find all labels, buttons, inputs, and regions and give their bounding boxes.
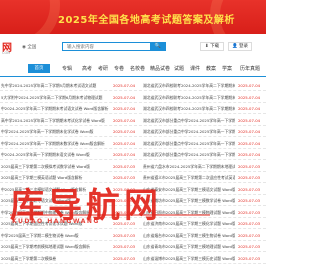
document-date: 2025-07-03	[113, 232, 136, 238]
nav-item[interactable]: 高考	[82, 65, 92, 72]
watermark-subtitle: KUDAO HANGWANG	[12, 218, 100, 225]
nav-item[interactable]: 名校卷	[130, 65, 145, 72]
document-link[interactable]: 中2024-2025学年高一下学期期末语文试卷 Word版	[1, 152, 111, 158]
search-icon: 🔍	[154, 43, 162, 49]
nav-item[interactable]: 专辑	[62, 65, 72, 72]
document-date: 2025-07-03	[238, 186, 261, 192]
document-date: 2025-07-04	[113, 117, 136, 123]
document-link[interactable]: 中学2024-2025学年高一下学期期末化学试卷 Word版	[1, 129, 111, 135]
document-date: 2025-07-04	[238, 152, 261, 157]
download-label: 下载	[210, 44, 220, 49]
list-row: 中2024-2025学年高一下学期期末语文试卷 Word版 2025-07-04 湖…	[0, 149, 266, 160]
document-date: 2025-07-03	[238, 175, 261, 180]
document-date: 2025-07-03	[238, 198, 261, 203]
document-date: 2025-07-03	[238, 244, 261, 249]
document-date: 2025-07-04	[113, 129, 136, 134]
nav-item[interactable]: 专卷	[114, 65, 124, 72]
document-date: 2025-07-04	[238, 129, 261, 134]
nav-item[interactable]: 课件	[190, 65, 200, 72]
document-date: 2025-07-03	[238, 221, 261, 226]
banner-decoration	[0, 0, 60, 34]
list-row: 2025届高三下学期考前模拟地理试题 Word版含解析 2025-07-03 山东省…	[0, 241, 266, 252]
login-label: 登录	[239, 44, 249, 49]
nav-item[interactable]: 精品试卷	[150, 65, 170, 72]
document-link[interactable]: 中学2024-2025学年高一下学期期末数学试卷 Word版含解析	[1, 141, 111, 147]
document-date: 2025-07-04	[113, 94, 136, 100]
region-label: 全国	[27, 45, 37, 50]
document-link[interactable]: 5大学附中2024-2025学年高二下学期6月期末考试物理试题	[1, 95, 111, 101]
list-row: 先中学2024-2025学年高二下学期5月期末考试语文试题 2025-07-04 湖…	[0, 80, 266, 91]
watermark-logo: 库导航网 KUDAO HANGWANG	[10, 178, 210, 226]
list-row: 中学2024-2025学年高一下学期期末化学试卷 Word版 2025-07-04…	[0, 126, 266, 137]
document-link[interactable]: 山东省淄博市2025届高三下学期三模历史试题 Word版含解析	[143, 256, 235, 262]
document-date: 2025-07-03	[113, 244, 136, 249]
document-date: 2025-07-03	[113, 163, 136, 169]
download-button[interactable]: ⬇ 下载	[200, 42, 224, 51]
document-date: 2025-07-04	[113, 106, 136, 111]
location-icon: ◉	[22, 45, 26, 50]
logo-subtitle: COM	[2, 51, 11, 55]
document-link[interactable]: 湖北省武汉市四校联考2024-2025学年高二下学期期末数学试卷 Word版含解…	[143, 95, 235, 101]
login-button[interactable]: 👤 登录	[228, 42, 252, 51]
download-icon: ⬇	[204, 44, 209, 49]
document-date: 2025-07-04	[238, 83, 261, 88]
user-icon: 👤	[231, 44, 238, 49]
search-box: 🔍	[62, 42, 166, 51]
nav-item-home[interactable]: 首页	[28, 64, 50, 73]
nav-item[interactable]: 历年真题	[240, 65, 260, 72]
top-banner[interactable]: 2025年全国各地高考试题答案及解析	[0, 0, 266, 34]
document-date: 2025-07-04	[238, 94, 261, 100]
document-date: 2025-07-04	[113, 83, 136, 88]
document-date: 2025-07-04	[238, 106, 261, 111]
banner-title: 2025年全国各地高考试题答案及解析	[58, 15, 235, 26]
list-row: 中学2025届高三下学期二模生物试卷 Word版 2025-07-03 山东省烟台市…	[0, 230, 266, 241]
watermark-line	[10, 214, 210, 216]
document-date: 2025-07-04	[113, 152, 136, 157]
document-link[interactable]: 湖北省武汉市部分重点中学2024-2025学年高一下学期期末语文试卷 Word版…	[143, 129, 235, 135]
document-link[interactable]: 中2024-2025学年高二下学期期末考试语文试卷 Word版含解析	[1, 106, 111, 112]
search-input[interactable]	[67, 44, 147, 50]
document-link[interactable]: 高中学2024-2025学年高二下学期期末考试化学试卷 Word版	[1, 118, 111, 124]
document-date: 2025-07-03	[238, 163, 261, 169]
list-row: 中学2024-2025学年高一下学期期末数学试卷 Word版含解析 2025-07…	[0, 138, 266, 149]
document-link[interactable]: 山东省烟台市2025届高三下学期三模生物试卷 Word版含解析	[143, 233, 235, 239]
document-date: 2025-07-03	[113, 255, 136, 261]
site-header: 网 COM ◉ 全国 🔍 ⬇ 下载 👤 登录	[0, 34, 266, 58]
document-link[interactable]: 湖北省武汉市部分重点中学2024-2025学年高一下学期期末化学试卷 Word版…	[143, 152, 235, 158]
document-link[interactable]: 先中学2024-2025学年高二下学期5月期末考试语文试题	[1, 83, 111, 89]
list-row: 中2024-2025学年高二下学期期末考试语文试卷 Word版含解析 2025-0…	[0, 103, 266, 114]
document-link[interactable]: 2025届高三下学期第二次模拟卷	[1, 256, 111, 262]
main-nav: 首页 专辑 高考 考研 专卷 名校卷 精品试卷 试题 课件 教案 学案 历年真题	[0, 62, 266, 76]
document-date: 2025-07-03	[238, 209, 261, 215]
document-link[interactable]: 2025届高三下学期第二次模拟考试数学试卷 Word版	[1, 164, 111, 170]
list-row: 高中学2024-2025学年高二下学期期末考试化学试卷 Word版 2025-07…	[0, 115, 266, 126]
document-link[interactable]: 中学2025届高三下学期二模生物试卷 Word版	[1, 233, 111, 239]
nav-item[interactable]: 教案	[206, 65, 216, 72]
list-row: 5大学附中2024-2025学年高二下学期6月期末考试物理试题 2025-07-0…	[0, 92, 266, 103]
document-link[interactable]: 湖北省武汉市四校联考2024-2025学年高二下学期期末英语试卷 PDF版含解析	[143, 106, 235, 112]
document-date: 2025-07-04	[238, 117, 261, 123]
region-selector[interactable]: ◉ 全国	[22, 44, 36, 50]
document-date: 2025-07-03	[238, 232, 261, 238]
document-date: 2025-07-03	[238, 255, 261, 261]
document-link[interactable]: 湖北省武汉市四校联考2024-2025学年高二下学期期末语文试卷 Word版含解…	[143, 83, 235, 89]
document-link[interactable]: 2025届高三下学期考前模拟地理试题 Word版含解析	[1, 244, 111, 250]
search-button[interactable]: 🔍	[150, 42, 166, 51]
nav-item[interactable]: 试题	[174, 65, 184, 72]
document-link[interactable]: 贵州省六盘水市2024-2025学年高二下学期期末地理试卷 Word版含解析	[143, 164, 235, 170]
document-date: 2025-07-04	[113, 140, 136, 146]
document-link[interactable]: 山东省青岛市2025届高三下学期三模地理试题 Word版含解析	[143, 244, 235, 250]
document-link[interactable]: 湖北省武汉市部分重点中学2024-2025学年高一下学期期末物理试卷 Word版…	[143, 118, 235, 124]
nav-divider	[0, 76, 266, 77]
nav-item[interactable]: 学案	[222, 65, 232, 72]
list-row: 2025届高三下学期第二次模拟卷 2025-07-03 山东省淄博市2025届高三下…	[0, 253, 266, 264]
document-date: 2025-07-04	[238, 140, 261, 146]
nav-item[interactable]: 考研	[98, 65, 108, 72]
document-link[interactable]: 湖北省武汉市部分重点中学2024-2025学年高一下学期期末英语试卷 Word版…	[143, 141, 235, 147]
list-row: 2025届高三下学期第二次模拟考试数学试卷 Word版 2025-07-03 贵州省…	[0, 161, 266, 172]
